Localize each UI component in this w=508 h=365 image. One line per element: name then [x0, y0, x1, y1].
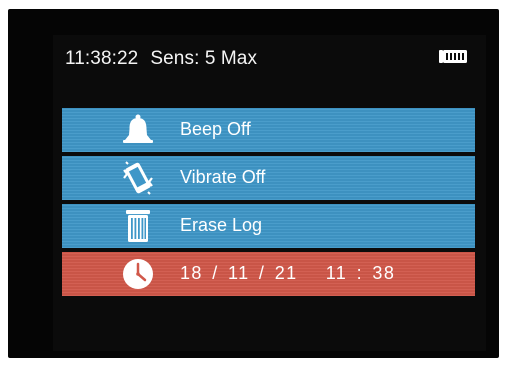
- menu-item-label: Vibrate Off: [180, 167, 266, 187]
- menu-item-erase-log[interactable]: Erase Log: [62, 204, 475, 248]
- device-bezel: 11:38:22 Sens: 5 Max Beep Off Vibrate Of…: [8, 9, 499, 358]
- status-bar: 11:38:22 Sens: 5 Max: [53, 35, 486, 89]
- sensitivity-level: Sens: 5 Max: [150, 48, 258, 69]
- menu-item-label: Beep Off: [180, 119, 251, 139]
- date-time-value: 18 / 11 / 21 11 : 38: [180, 263, 396, 283]
- bell-icon: [123, 114, 153, 143]
- menu-item-date-time[interactable]: 18 / 11 / 21 11 : 38: [62, 252, 475, 296]
- menu-item-beep[interactable]: Beep Off: [62, 108, 475, 152]
- device-screen: 11:38:22 Sens: 5 Max Beep Off Vibrate Of…: [53, 35, 486, 351]
- settings-menu: Beep Off Vibrate Off Erase Log 18 / 11 /…: [62, 108, 475, 300]
- clock-icon: [123, 259, 153, 289]
- menu-item-label: Erase Log: [180, 215, 263, 235]
- clock-time: 11:38:22: [65, 48, 139, 69]
- vibrate-phone-icon: [123, 161, 153, 195]
- status-text: 11:38:22 Sens: 5 Max: [65, 48, 257, 70]
- menu-item-vibrate[interactable]: Vibrate Off: [62, 156, 475, 200]
- battery-full-icon: [439, 50, 467, 63]
- trash-can-icon: [126, 210, 150, 242]
